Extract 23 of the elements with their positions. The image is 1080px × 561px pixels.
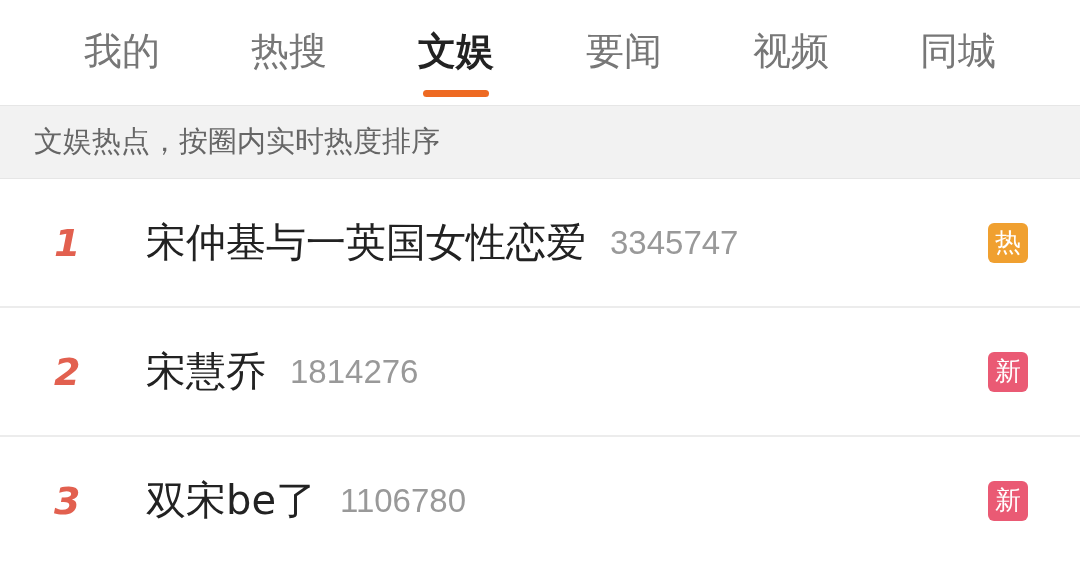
- topic-badge: 新: [988, 351, 1028, 392]
- tab[interactable]: 我的: [84, 0, 160, 105]
- topic-title: 双宋be了: [146, 476, 316, 525]
- list-item[interactable]: 1 宋仲基与一英国女性恋爱 3345747 热: [0, 179, 1080, 308]
- rank-number: 2: [53, 349, 82, 394]
- rank-number: 3: [53, 478, 82, 523]
- tab[interactable]: 要闻: [585, 0, 662, 105]
- active-tab-indicator: [423, 90, 490, 97]
- topic-title: 宋慧乔: [146, 347, 266, 396]
- rank-number: 1: [53, 220, 82, 265]
- tab[interactable]: 热搜: [251, 0, 328, 105]
- tab[interactable]: 同城: [919, 0, 996, 105]
- heat-count: 1814276: [290, 352, 419, 391]
- heat-count: 1106780: [340, 481, 467, 520]
- list-item[interactable]: 3 双宋be了 1106780 新: [0, 437, 1080, 561]
- tab[interactable]: 文娱: [418, 0, 495, 105]
- topic-badge: 热: [988, 222, 1028, 263]
- heat-count: 3345747: [610, 223, 739, 262]
- notice-text: 文娱热点，按圈内实时热度排序: [0, 106, 1080, 179]
- tab[interactable]: 视频: [752, 0, 829, 105]
- list-item[interactable]: 2 宋慧乔 1814276 新: [0, 308, 1080, 437]
- topic-badge: 新: [988, 480, 1028, 521]
- topic-title: 宋仲基与一英国女性恋爱: [146, 218, 586, 267]
